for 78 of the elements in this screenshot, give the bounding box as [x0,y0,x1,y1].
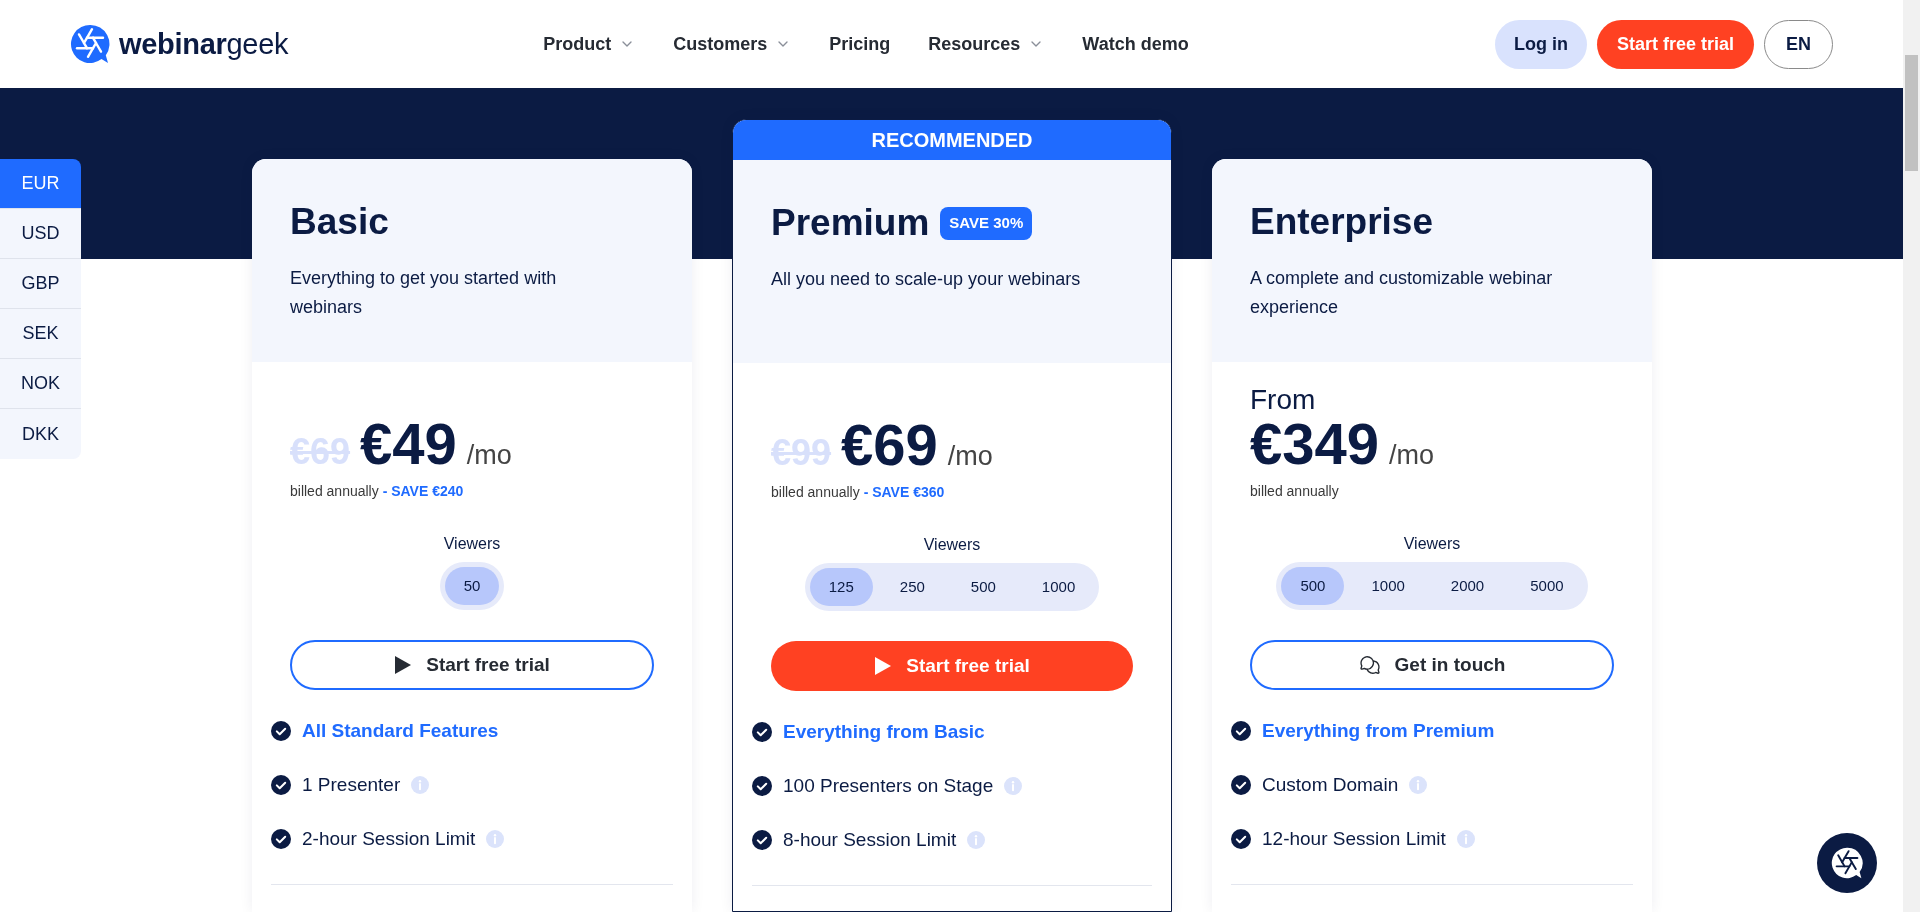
billing-note: billed annually - SAVE €360 [771,483,946,501]
feature-text: 100 Presenters on Stage [783,774,994,798]
viewers-option[interactable]: 1000 [1022,568,1095,606]
check-circle-icon [752,722,772,742]
play-icon [874,656,893,676]
viewers-label: Viewers [443,534,501,554]
feature-text: 12-hour Session Limit [1262,827,1446,851]
plan-title: Basic [290,200,389,244]
viewers-option[interactable]: 1000 [1352,567,1424,605]
info-icon[interactable] [1456,830,1475,848]
check-circle-icon [752,776,772,796]
plan-description: A complete and customizable webinar experience [1250,267,1554,319]
feature-heading: Everything from Premium [1262,719,1495,743]
feature-text: 8-hour Session Limit [783,828,957,852]
info-icon[interactable] [1004,777,1023,795]
viewers-option[interactable]: 125 [809,568,873,606]
login-button[interactable]: Log in [1494,19,1587,69]
play-icon [394,655,413,675]
check-circle-icon [271,829,291,849]
price: €69 [841,417,938,473]
viewers-label: Viewers [923,535,981,555]
feature-heading: Everything from Basic [783,720,985,744]
viewers-option[interactable]: 500 [951,568,1015,606]
chat-launcher-button[interactable] [1817,833,1877,893]
currency-tab[interactable]: GBP [0,259,81,309]
nav-link[interactable]: Product [543,30,636,58]
contact-button[interactable]: Get in touch [1250,640,1614,690]
viewers-option[interactable]: 5000 [1511,567,1583,605]
feature-text: Custom Domain [1262,773,1399,797]
billing-note: billed annually - SAVE €240 [290,482,465,500]
plan-description: All you need to scale-up your webinars [771,268,1082,291]
billing-note: billed annually [1250,482,1340,500]
logo-icon [1831,847,1863,879]
feature-text: 1 Presenter [302,773,401,797]
viewers-option[interactable]: 50 [444,567,500,605]
check-circle-icon [1231,775,1251,795]
price-period: /mo [1389,440,1435,470]
nav-link[interactable]: Watch demo [1082,30,1189,58]
info-icon[interactable] [1409,776,1428,794]
logo-icon [70,24,110,64]
info-icon[interactable] [411,776,430,794]
viewers-label: Viewers [1403,534,1461,554]
check-circle-icon [271,721,291,741]
currency-tab[interactable]: DKK [0,409,81,459]
check-circle-icon [752,830,772,850]
feature-text: 2-hour Session Limit [302,827,476,851]
scrollbar-thumb[interactable] [1905,55,1918,171]
info-icon[interactable] [967,831,986,849]
plan-title: Premium [771,201,930,245]
currency-tab[interactable]: NOK [0,359,81,409]
nav-link[interactable]: Pricing [829,30,891,58]
logo-wordmark[interactable]: webinargeek [119,27,289,61]
price-period: /mo [947,441,993,471]
check-circle-icon [1231,721,1251,741]
plan-title: Enterprise [1250,200,1433,244]
discount-badge: SAVE 30% [940,206,1033,240]
start-trial-button[interactable]: Start free trial [290,640,654,690]
viewers-option[interactable]: 500 [1281,567,1345,605]
viewers-option[interactable]: 2000 [1431,567,1504,605]
chat-bubbles-icon [1358,654,1381,676]
check-circle-icon [271,775,291,795]
nav-link[interactable]: Resources [928,30,1045,58]
info-icon[interactable] [486,830,505,848]
viewers-option[interactable]: 250 [880,568,944,606]
price: €49 [360,416,457,472]
currency-tab[interactable]: USD [0,209,81,259]
currency-tab[interactable]: SEK [0,309,81,359]
price-prefix: From [1250,384,1316,416]
currency-tab[interactable]: EUR [0,159,81,209]
plan-description: Everything to get you started with webinars [290,267,558,319]
nav-link[interactable]: Customers [673,30,792,58]
price-period: /mo [466,440,512,470]
price: €349 [1250,416,1380,472]
check-circle-icon [1231,829,1251,849]
scrollbar-track[interactable] [1903,0,1920,912]
feature-heading: All Standard Features [302,719,499,743]
language-button[interactable]: EN [1764,19,1833,69]
recommended-ribbon: RECOMMENDED [733,120,1171,160]
